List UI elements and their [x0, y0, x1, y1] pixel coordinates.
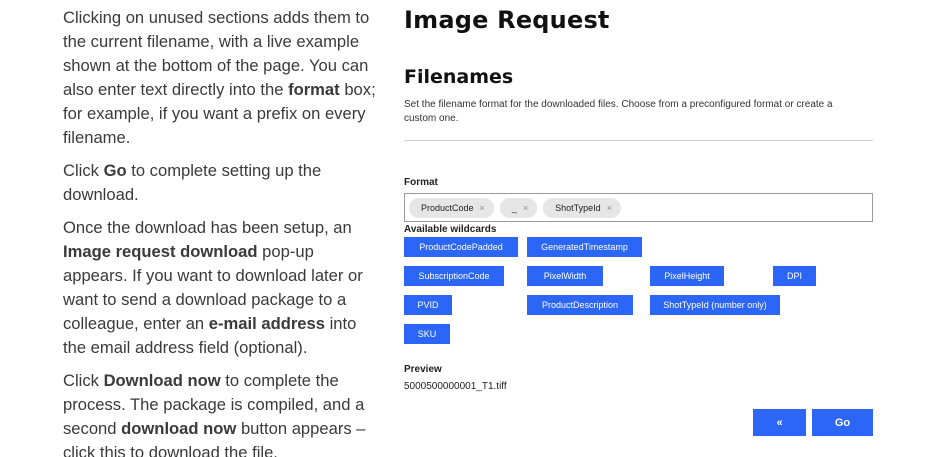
help-text: Clicking on unused sections adds them to…: [63, 6, 381, 457]
wildcard-subscriptioncode-button[interactable]: SubscriptionCode: [404, 266, 504, 286]
wildcard-pvid-button[interactable]: PVID: [404, 295, 452, 315]
back-button[interactable]: «: [753, 409, 806, 436]
help-paragraph-4: Click Download now to complete the proce…: [63, 371, 366, 457]
format-input[interactable]: ProductCode × _ × ShotTypeId ×: [404, 193, 873, 222]
wildcards-label: Available wildcards: [404, 224, 497, 235]
page-title: Image Request: [404, 6, 610, 34]
wildcard-productdescription-button[interactable]: ProductDescription: [527, 295, 633, 315]
close-icon[interactable]: ×: [523, 203, 528, 213]
help-paragraph-1: Clicking on unused sections adds them to…: [63, 8, 376, 147]
help-paragraph-3: Once the download has been setup, an Ima…: [63, 218, 363, 357]
format-chip-productcode: ProductCode ×: [409, 197, 494, 218]
format-chip-underscore: _ ×: [499, 197, 538, 218]
help-paragraph-2: Click Go to complete setting up the down…: [63, 161, 322, 204]
go-button[interactable]: Go: [812, 409, 873, 436]
close-icon[interactable]: ×: [480, 203, 485, 213]
preview-filename: 5000500000001_T1.tiff: [404, 381, 507, 392]
wildcard-pixelheight-button[interactable]: PixelHeight: [650, 266, 724, 286]
image-request-panel: Image Request Filenames Set the filename…: [404, 0, 874, 457]
preview-label: Preview: [404, 364, 442, 375]
wildcard-sku-button[interactable]: SKU: [404, 324, 450, 344]
section-description: Set the filename format for the download…: [404, 99, 833, 124]
format-label: Format: [404, 177, 438, 188]
close-icon[interactable]: ×: [607, 203, 612, 213]
wildcard-generatedtimestamp-button[interactable]: GeneratedTimestamp: [527, 237, 642, 257]
section-title: Filenames: [404, 66, 514, 88]
wildcard-dpi-button[interactable]: DPI: [773, 266, 816, 286]
format-chip-shottypeid: ShotTypeId ×: [543, 197, 621, 218]
wildcard-pixelwidth-button[interactable]: PixelWidth: [527, 266, 603, 286]
wildcard-shottypeid-number-button[interactable]: ShotTypeId (number only): [650, 295, 780, 315]
divider: [404, 140, 873, 141]
wildcard-productcodepadded-button[interactable]: ProductCodePadded: [404, 237, 518, 257]
